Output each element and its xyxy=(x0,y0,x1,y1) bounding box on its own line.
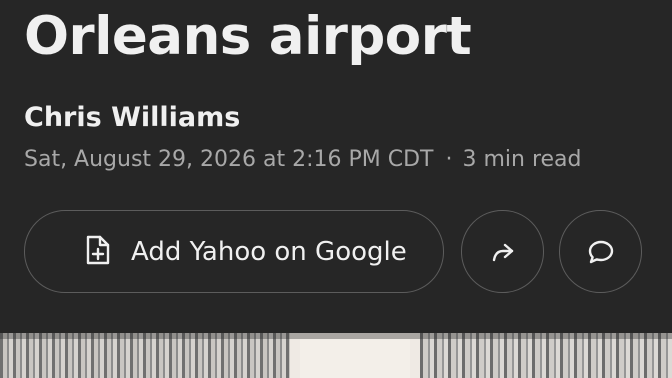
add-document-icon xyxy=(85,235,111,265)
meta-separator: · xyxy=(445,147,453,172)
article-author[interactable]: Chris Williams xyxy=(24,100,240,136)
ceiling-slats-right xyxy=(420,333,672,378)
image-top-shadow xyxy=(0,333,672,339)
add-yahoo-on-google-button[interactable]: Add Yahoo on Google xyxy=(24,210,444,293)
ceiling-slats-left xyxy=(0,333,290,378)
article-meta: Sat, August 29, 2026 at 2:16 PM CDT · 3 mi… xyxy=(24,142,582,178)
comment-bubble-icon xyxy=(588,240,614,264)
add-yahoo-on-google-label: Add Yahoo on Google xyxy=(131,237,407,267)
article-hero-image[interactable] xyxy=(0,333,672,378)
article-title: Orleans airport xyxy=(24,6,472,67)
share-button[interactable] xyxy=(461,210,544,293)
article-read-time: 3 min read xyxy=(462,147,582,172)
comment-button[interactable] xyxy=(559,210,642,293)
ceiling-panel xyxy=(300,339,410,378)
article-date: Sat, August 29, 2026 at 2:16 PM CDT xyxy=(24,147,434,172)
share-arrow-icon xyxy=(492,243,514,262)
